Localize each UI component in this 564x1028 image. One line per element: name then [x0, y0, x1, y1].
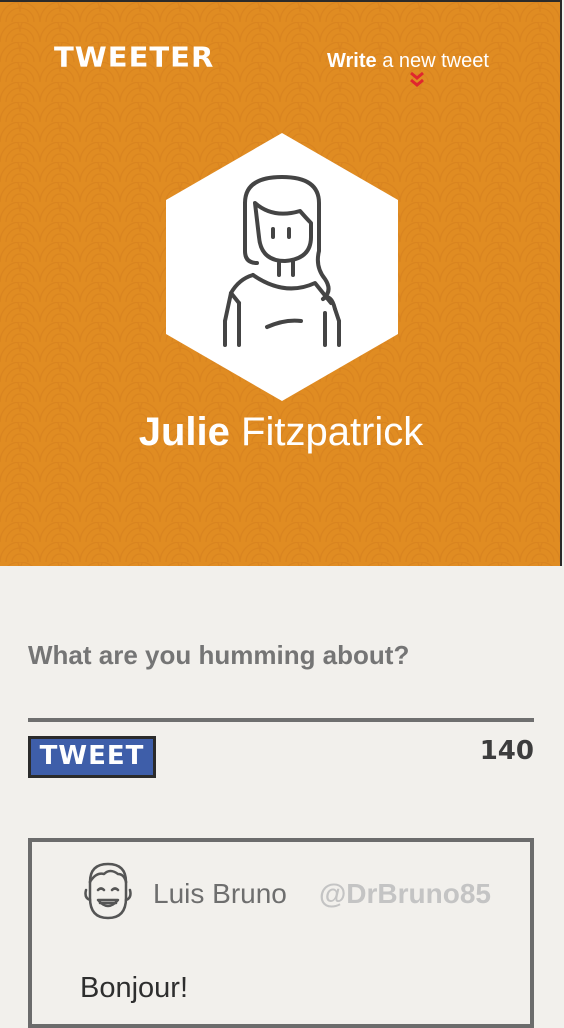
- tweet-author-name[interactable]: Luis Bruno: [153, 878, 287, 910]
- write-link-rest: a new tweet: [376, 50, 489, 72]
- profile-hero: TWEETER Write a new tweet Julie Fitzpatr…: [0, 0, 562, 566]
- double-chevron-down-icon[interactable]: [409, 71, 425, 89]
- write-link-bold: Write: [327, 50, 377, 72]
- profile-avatar: [166, 133, 398, 401]
- tweet-input[interactable]: [28, 640, 528, 671]
- write-new-tweet-link[interactable]: Write a new tweet: [327, 50, 489, 73]
- input-underline: [28, 718, 534, 722]
- tweet-button[interactable]: TWEET: [28, 736, 156, 778]
- tweet-text: Bonjour!: [80, 972, 189, 1004]
- app-logo[interactable]: TWEETER: [54, 41, 214, 73]
- character-counter: 140: [479, 736, 534, 766]
- tweet-author-handle[interactable]: @DrBruno85: [319, 878, 491, 910]
- profile-name: Julie Fitzpatrick: [0, 410, 560, 455]
- tweet-card: Luis Bruno @DrBruno85 Bonjour!: [28, 838, 534, 1028]
- last-name: Fitzpatrick: [241, 410, 424, 454]
- man-avatar-icon: [84, 862, 132, 920]
- first-name: Julie: [138, 410, 230, 454]
